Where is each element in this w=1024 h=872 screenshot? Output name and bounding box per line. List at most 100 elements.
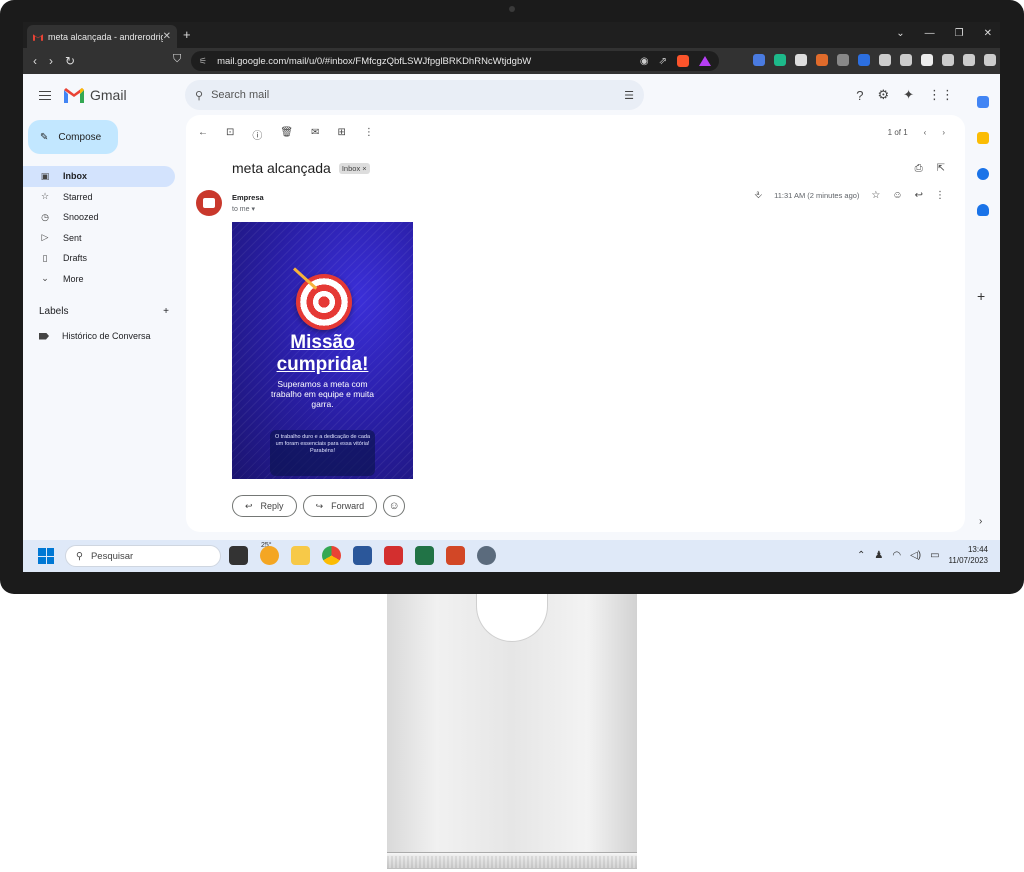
compose-button[interactable]: ✎ Compose bbox=[28, 120, 118, 154]
open-new-window-icon[interactable]: ⇱ bbox=[937, 163, 945, 174]
message-more-icon[interactable]: ⋮ bbox=[935, 190, 945, 201]
file-explorer-icon[interactable] bbox=[291, 546, 310, 565]
sidebar-icon[interactable] bbox=[921, 54, 933, 66]
extension-6-icon[interactable] bbox=[858, 54, 870, 66]
nav-item-more[interactable]: ⌄ More bbox=[23, 269, 175, 290]
sender-name[interactable]: Empresa bbox=[232, 193, 264, 202]
chrome-icon[interactable] bbox=[322, 546, 341, 565]
word-icon[interactable] bbox=[353, 546, 372, 565]
puzzle-icon[interactable] bbox=[879, 54, 891, 66]
gmail-logo[interactable]: Gmail bbox=[64, 87, 127, 103]
nav-item-inbox[interactable]: ▣ Inbox bbox=[23, 166, 175, 187]
gear-icon[interactable]: ⚙ bbox=[877, 87, 889, 103]
tasks-icon[interactable] bbox=[977, 168, 989, 180]
report-spam-icon[interactable]: ⓘ bbox=[252, 127, 262, 142]
extension-5-icon[interactable] bbox=[837, 54, 849, 66]
search-options-icon[interactable]: ☰ bbox=[624, 89, 634, 102]
brave-shield-icon[interactable] bbox=[677, 55, 689, 67]
show-side-panel-icon[interactable]: › bbox=[979, 516, 982, 527]
windows-start-icon[interactable] bbox=[38, 548, 54, 564]
keep-icon[interactable] bbox=[977, 132, 989, 144]
search-icon[interactable]: ⚲ bbox=[195, 89, 203, 102]
recipient-details[interactable]: to me ▾ bbox=[232, 205, 255, 213]
tray-overflow-icon[interactable]: ⌃ bbox=[857, 550, 865, 561]
site-info-icon[interactable]: ⚟ bbox=[199, 56, 207, 67]
tab-list-icon[interactable]: ⌄ bbox=[896, 28, 904, 39]
new-tab-icon[interactable]: + bbox=[183, 27, 191, 42]
add-addon-icon[interactable]: + bbox=[977, 288, 985, 304]
move-to-icon[interactable]: ⊞ bbox=[337, 127, 345, 142]
more-options-icon[interactable]: ⋮ bbox=[364, 127, 374, 142]
gmail-favicon-icon bbox=[33, 33, 43, 41]
vpn-icon[interactable] bbox=[984, 54, 996, 66]
brave-rewards-icon[interactable] bbox=[699, 56, 711, 66]
share-icon[interactable]: ⇗ bbox=[659, 56, 667, 67]
weather-widget-icon[interactable] bbox=[260, 546, 279, 565]
chevron-down-icon: ⌄ bbox=[41, 273, 49, 284]
reply-button[interactable]: ↩ Reply bbox=[232, 495, 297, 517]
music-icon[interactable] bbox=[900, 54, 912, 66]
close-window-icon[interactable]: ✕ bbox=[984, 28, 992, 39]
newer-icon[interactable]: ‹ bbox=[924, 128, 927, 137]
acrobat-icon[interactable] bbox=[384, 546, 403, 565]
label-item[interactable]: Histórico de Conversa bbox=[39, 331, 151, 341]
settings-icon[interactable] bbox=[477, 546, 496, 565]
contacts-icon[interactable] bbox=[977, 204, 989, 216]
forward-icon[interactable]: › bbox=[49, 54, 53, 68]
extension-2-icon[interactable] bbox=[774, 54, 786, 66]
print-icon[interactable]: ⎙ bbox=[915, 163, 923, 174]
leo-icon[interactable] bbox=[963, 54, 975, 66]
forward-button[interactable]: ↪ Forward bbox=[302, 495, 378, 517]
main-menu-icon[interactable] bbox=[39, 88, 51, 103]
nav-buttons: ‹ › ↻ bbox=[33, 54, 75, 68]
tab-gmail[interactable]: meta alcançada - andrerodrigu ✕ bbox=[27, 25, 177, 48]
nav-item-sent[interactable]: ▷ Sent bbox=[23, 228, 175, 249]
minimize-icon[interactable]: — bbox=[925, 28, 935, 39]
emoji-react-icon[interactable]: ☺ bbox=[892, 190, 902, 201]
back-to-inbox-icon[interactable]: ← bbox=[198, 127, 208, 142]
reply-icon[interactable]: ↩ bbox=[915, 190, 923, 201]
reload-icon[interactable]: ↻ bbox=[65, 54, 75, 68]
nav-label: Drafts bbox=[63, 253, 88, 264]
mark-unread-icon[interactable]: ✉ bbox=[311, 127, 319, 142]
eye-icon[interactable]: ◉ bbox=[640, 56, 649, 67]
message-meta: ⎀ 11:31 AM (2 minutes ago) ☆ ☺ ↩ ⋮ bbox=[754, 190, 945, 201]
apps-grid-icon[interactable]: ⋮⋮ bbox=[928, 87, 954, 103]
volume-icon[interactable]: ◁) bbox=[910, 550, 921, 561]
add-label-icon[interactable]: + bbox=[163, 306, 169, 317]
extension-3-icon[interactable] bbox=[795, 54, 807, 66]
archive-icon[interactable]: ⊡ bbox=[226, 127, 234, 142]
extension-1-icon[interactable] bbox=[753, 54, 765, 66]
wifi-icon[interactable]: ◠ bbox=[892, 550, 901, 561]
taskbar-search[interactable]: ⚲ Pesquisar bbox=[65, 545, 221, 567]
tab-title: meta alcançada - andrerodrigu bbox=[48, 31, 163, 42]
emoji-button[interactable]: ☺ bbox=[383, 495, 406, 517]
clock[interactable]: 13:44 11/07/2023 bbox=[949, 545, 988, 567]
restore-icon[interactable]: ❐ bbox=[955, 28, 964, 39]
nav-item-starred[interactable]: ☆ Starred bbox=[23, 187, 175, 208]
search-input[interactable]: ⚲ Search mail ☰ bbox=[185, 80, 644, 110]
nav-item-drafts[interactable]: ▯ Drafts bbox=[23, 248, 175, 269]
star-toggle-icon[interactable]: ☆ bbox=[871, 190, 880, 201]
extension-4-icon[interactable] bbox=[816, 54, 828, 66]
battery-icon[interactable]: ▭ bbox=[930, 550, 939, 561]
bookmark-icon[interactable]: ⛉ bbox=[173, 53, 181, 66]
calendar-icon[interactable] bbox=[977, 96, 989, 108]
back-icon[interactable]: ‹ bbox=[33, 54, 37, 68]
older-icon[interactable]: › bbox=[942, 128, 945, 137]
delete-icon[interactable]: 🗑 bbox=[280, 127, 293, 142]
inbox-badge[interactable]: Inbox × bbox=[338, 162, 370, 174]
excel-icon[interactable] bbox=[415, 546, 434, 565]
tab-close-icon[interactable]: ✕ bbox=[163, 31, 171, 42]
tray-app-icon[interactable]: ♟ bbox=[874, 550, 883, 561]
gemini-icon[interactable]: ✦ bbox=[903, 87, 914, 103]
wallet-icon[interactable] bbox=[942, 54, 954, 66]
clock-time: 13:44 bbox=[967, 545, 988, 554]
nav-item-snoozed[interactable]: ◷ Snoozed bbox=[23, 207, 175, 228]
help-icon[interactable]: ? bbox=[856, 88, 863, 103]
nav-label: More bbox=[63, 273, 84, 284]
powerpoint-icon[interactable] bbox=[446, 546, 465, 565]
label-tag-icon bbox=[39, 332, 49, 340]
task-view-icon[interactable] bbox=[229, 546, 248, 565]
address-bar[interactable]: ⚟ mail.google.com/mail/u/0/#inbox/FMfcgz… bbox=[191, 51, 719, 71]
